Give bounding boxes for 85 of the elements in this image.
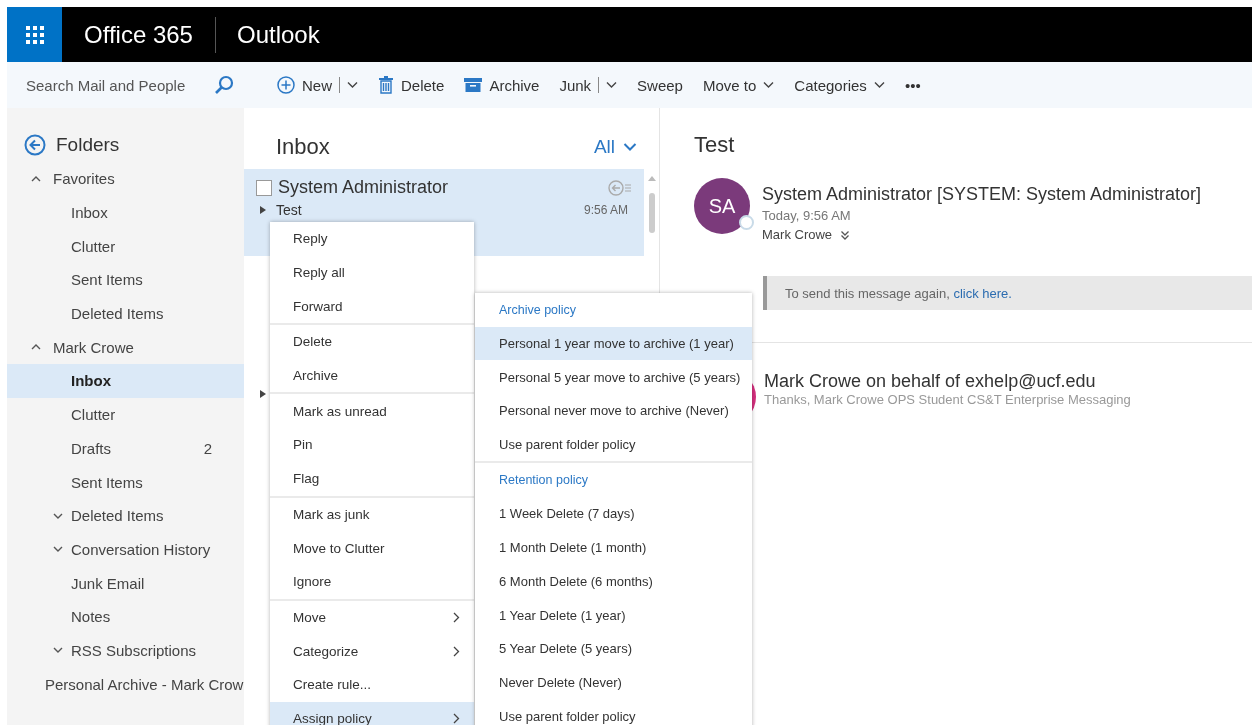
section-heading: Retention policy bbox=[498, 472, 589, 490]
caret-icon bbox=[623, 142, 637, 152]
toolbar-button[interactable]: Sweep bbox=[629, 68, 695, 102]
menu-item[interactable]: 1 Week Delete (7 days) bbox=[475, 497, 752, 531]
folder-item[interactable]: RSS Subscriptions bbox=[7, 633, 244, 668]
folder-item[interactable]: Inbox bbox=[7, 195, 244, 230]
message-preview: Thanks, Mark Crowe OPS Student CS&T Enterprise Messaging bbox=[764, 392, 1131, 407]
search-icon[interactable] bbox=[214, 75, 234, 95]
search-field[interactable]: Search Mail and People bbox=[7, 62, 244, 108]
expand-triangle-icon[interactable] bbox=[260, 390, 266, 398]
folder-item[interactable]: Sent Items bbox=[7, 465, 244, 499]
search-input[interactable]: Search Mail and People bbox=[24, 75, 210, 95]
toolbar-button[interactable]: Junk bbox=[551, 68, 630, 102]
filter-dropdown[interactable]: All bbox=[593, 136, 637, 158]
caret-icon[interactable] bbox=[606, 81, 618, 89]
folder-item[interactable]: Junk Email bbox=[7, 566, 244, 600]
caret-icon[interactable] bbox=[763, 81, 775, 89]
suite-title[interactable]: Office 365 bbox=[62, 20, 215, 49]
app-title[interactable]: Outlook bbox=[215, 20, 320, 49]
menu-item[interactable]: Use parent folder policy bbox=[475, 427, 752, 462]
toolbar-button[interactable]: Delete bbox=[370, 68, 457, 102]
folder-item[interactable]: Clutter bbox=[7, 229, 244, 264]
menu-item[interactable]: Create rule... bbox=[270, 667, 474, 702]
menu-item[interactable]: Reply bbox=[270, 222, 474, 256]
folders-heading: Folders bbox=[56, 134, 120, 156]
menu-item[interactable]: Archive bbox=[270, 358, 474, 393]
click-here-link[interactable]: click here. bbox=[953, 285, 1012, 301]
menu-item[interactable]: 1 Year Delete (1 year) bbox=[475, 598, 752, 632]
caret-icon[interactable] bbox=[873, 81, 885, 89]
plus-icon bbox=[277, 76, 295, 94]
menu-item[interactable]: Personal 1 year move to archive (1 year) bbox=[475, 326, 752, 361]
toolbar-button[interactable]: Move to bbox=[694, 68, 787, 102]
recipient-name[interactable]: Mark Crowe bbox=[762, 227, 833, 242]
folder-item[interactable]: Inbox bbox=[7, 364, 244, 398]
folder-group[interactable]: Personal Archive - Mark Crow bbox=[7, 667, 244, 701]
message-time: 9:56 AM bbox=[583, 203, 628, 217]
sender-name[interactable]: Mark Crowe on behalf of exhelp@ucf.edu bbox=[764, 371, 1131, 392]
folder-item[interactable]: Conversation History bbox=[7, 532, 244, 567]
archive-icon bbox=[464, 77, 483, 93]
caret-icon[interactable] bbox=[347, 81, 358, 89]
folder-item[interactable]: Sent Items bbox=[7, 263, 244, 297]
inbox-heading: Inbox bbox=[276, 134, 330, 160]
sender-name: System Administrator bbox=[278, 177, 450, 198]
menu-item[interactable]: Forward bbox=[270, 289, 474, 324]
toolbar-button[interactable]: New bbox=[269, 68, 370, 102]
menu-item[interactable]: Personal never move to archive (Never) bbox=[475, 394, 752, 428]
folder-item[interactable]: Notes bbox=[7, 599, 244, 634]
menu-item[interactable]: 6 Month Delete (6 months) bbox=[475, 564, 752, 599]
sent-time: Today, 9:56 AM bbox=[762, 208, 852, 223]
folder-item[interactable]: Drafts 2 bbox=[7, 431, 244, 466]
menu-item[interactable]: 1 Month Delete (1 month) bbox=[475, 530, 752, 565]
menu-item[interactable]: Never Delete (Never) bbox=[475, 665, 752, 700]
double-chevron-icon[interactable] bbox=[840, 228, 851, 241]
menu-item[interactable]: Personal 5 year move to archive (5 years) bbox=[475, 360, 752, 395]
menu-item[interactable]: Ignore bbox=[270, 564, 474, 599]
folder-group[interactable]: Mark Crowe bbox=[7, 330, 244, 365]
menu-item[interactable]: Assign policy bbox=[270, 701, 474, 725]
expand-triangle-icon[interactable] bbox=[260, 206, 266, 214]
app-launcher-button[interactable] bbox=[7, 7, 62, 62]
menu-item[interactable]: Flag bbox=[270, 461, 474, 496]
toolbar-button[interactable]: ••• bbox=[896, 68, 933, 102]
grid-icon bbox=[24, 24, 45, 45]
toolbar-button[interactable]: Archive bbox=[456, 68, 552, 102]
section-heading: Archive policy bbox=[498, 301, 578, 319]
menu-item[interactable]: Mark as unread bbox=[270, 394, 474, 429]
menu-item[interactable]: Move bbox=[270, 600, 474, 635]
menu-item[interactable]: Mark as junk bbox=[270, 497, 474, 532]
message-subject-heading: Test bbox=[693, 132, 736, 159]
sender-name[interactable]: System Administrator [SYSTEM: System Administrator] bbox=[762, 184, 1202, 205]
folder-item[interactable]: Deleted Items bbox=[7, 296, 244, 331]
menu-item[interactable]: Move to Clutter bbox=[270, 531, 474, 565]
folder-group[interactable]: Favorites bbox=[7, 162, 244, 196]
banner-text: To send this message again, click here. bbox=[785, 285, 1012, 301]
folder-item[interactable]: Deleted Items bbox=[7, 498, 244, 533]
folder-item[interactable]: Clutter bbox=[7, 397, 244, 432]
menu-item[interactable]: Reply all bbox=[270, 255, 474, 290]
menu-item[interactable]: Use parent folder policy bbox=[475, 699, 752, 725]
trash-icon bbox=[378, 76, 394, 94]
checkbox[interactable] bbox=[256, 179, 272, 196]
menu-item[interactable]: Pin bbox=[270, 428, 474, 462]
toolbar-button[interactable]: Categories bbox=[786, 68, 897, 102]
menu-item[interactable]: 5 Year Delete (5 years) bbox=[475, 631, 752, 666]
menu-item[interactable]: Delete bbox=[270, 325, 474, 359]
message-subject: Test bbox=[276, 202, 303, 218]
menu-item[interactable]: Categorize bbox=[270, 634, 474, 668]
